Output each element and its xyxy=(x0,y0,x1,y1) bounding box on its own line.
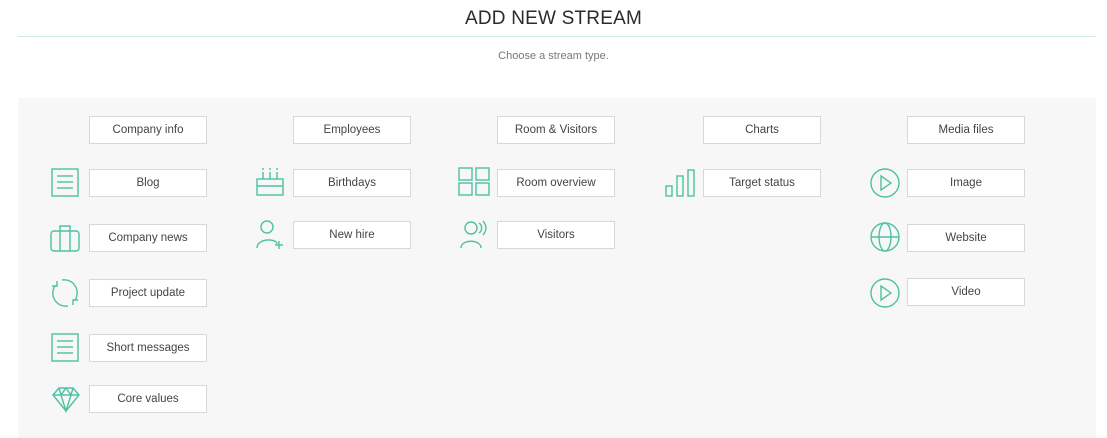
stream-project-update-button[interactable]: Project update xyxy=(89,279,207,307)
visitor-icon xyxy=(457,220,491,250)
category-room-visitors[interactable]: Room & Visitors xyxy=(497,116,615,144)
page-subtitle: Choose a stream type. xyxy=(498,50,609,62)
stream-birthdays-button[interactable]: Birthdays xyxy=(293,169,411,197)
grid-icon xyxy=(457,167,491,197)
category-charts[interactable]: Charts xyxy=(703,116,821,144)
title-divider xyxy=(18,36,1096,37)
category-employees[interactable]: Employees xyxy=(293,116,411,144)
stream-company-news-button[interactable]: Company news xyxy=(89,224,207,252)
birthday-cake-icon xyxy=(253,167,287,197)
stream-website-button[interactable]: Website xyxy=(907,224,1025,252)
refresh-cycle-icon xyxy=(49,278,83,308)
stream-target-status-button[interactable]: Target status xyxy=(703,169,821,197)
stream-room-overview-button[interactable]: Room overview xyxy=(497,169,615,197)
briefcase-icon xyxy=(49,223,83,253)
document-lines-icon xyxy=(49,333,83,363)
play-circle-icon xyxy=(868,168,902,198)
add-user-icon xyxy=(253,220,287,250)
stream-short-messages-button[interactable]: Short messages xyxy=(89,334,207,362)
stream-visitors-button[interactable]: Visitors xyxy=(497,221,615,249)
stream-blog-button[interactable]: Blog xyxy=(89,169,207,197)
category-media-files[interactable]: Media files xyxy=(907,116,1025,144)
stream-new-hire-button[interactable]: New hire xyxy=(293,221,411,249)
diamond-icon xyxy=(49,385,83,415)
globe-icon xyxy=(868,222,902,252)
stream-core-values-button[interactable]: Core values xyxy=(89,385,207,413)
page-title: ADD NEW STREAM xyxy=(465,8,642,29)
category-company-info[interactable]: Company info xyxy=(89,116,207,144)
document-lines-icon xyxy=(49,168,83,198)
bar-chart-icon xyxy=(663,168,697,198)
stream-video-button[interactable]: Video xyxy=(907,278,1025,306)
play-circle-icon xyxy=(868,278,902,308)
stream-image-button[interactable]: Image xyxy=(907,169,1025,197)
